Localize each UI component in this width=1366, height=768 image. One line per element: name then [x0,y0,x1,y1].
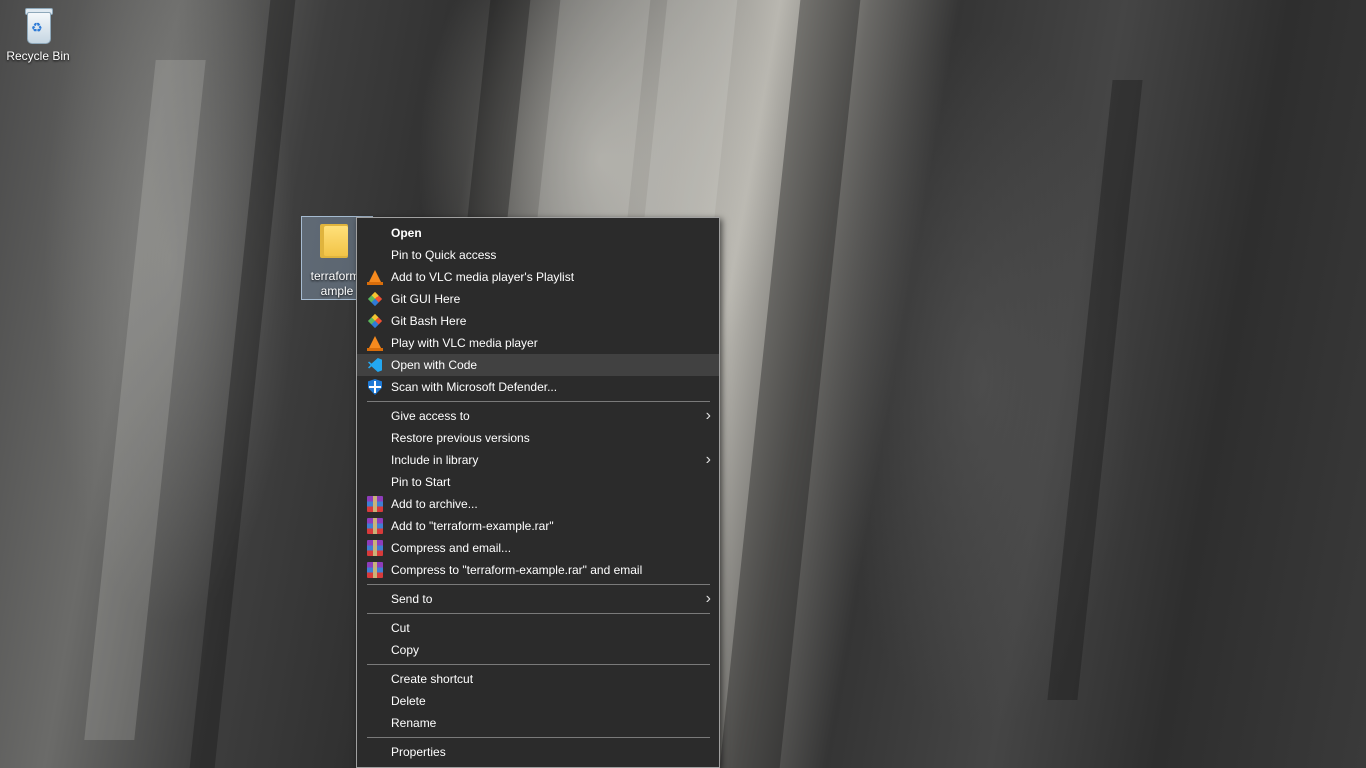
menu-item-label: Rename [391,716,437,730]
menu-item-properties[interactable]: Properties [357,741,719,763]
chevron-right-icon: › [705,451,711,468]
menu-item-label: Include in library [391,453,479,467]
menu-separator [367,613,710,614]
menu-item-label: Give access to [391,409,470,423]
menu-item-label: Compress and email... [391,541,512,555]
menu-item-label: Play with VLC media player [391,336,538,350]
menu-item-label: Pin to Quick access [391,248,497,262]
menu-item-label: Cut [391,621,410,635]
recycle-bin-shortcut[interactable]: ♻ Recycle Bin [2,6,74,63]
menu-item-label: Add to archive... [391,497,478,511]
menu-item-open-with-code[interactable]: Open with Code [357,354,719,376]
menu-item-label: Open [391,226,422,240]
menu-item-add-to-terraform-example-rar[interactable]: Add to "terraform-example.rar" [357,515,719,537]
winrar-icon [367,562,383,578]
menu-item-add-to-archive[interactable]: Add to archive... [357,493,719,515]
menu-item-git-gui-here[interactable]: Git GUI Here [357,288,719,310]
menu-item-label: Restore previous versions [391,431,530,445]
menu-item-copy[interactable]: Copy [357,639,719,661]
menu-item-restore-previous-versions[interactable]: Restore previous versions [357,427,719,449]
recycle-bin-icon: ♻ [23,6,53,46]
winrar-icon [367,496,383,512]
context-menu: Open Pin to Quick access Add to VLC media … [356,217,720,768]
defender-icon [367,379,383,395]
menu-separator [367,664,710,665]
git-icon [367,313,383,329]
menu-item-rename[interactable]: Rename [357,712,719,734]
menu-item-delete[interactable]: Delete [357,690,719,712]
menu-item-include-in-library[interactable]: Include in library › [357,449,719,471]
menu-item-label: Properties [391,745,446,759]
chevron-right-icon: › [705,407,711,424]
winrar-icon [367,518,383,534]
winrar-icon [367,540,383,556]
menu-separator [367,401,710,402]
menu-item-scan-with-microsoft-defender[interactable]: Scan with Microsoft Defender... [357,376,719,398]
menu-item-compress-to-terraform-example-rar-and-email[interactable]: Compress to "terraform-example.rar" and … [357,559,719,581]
vscode-icon [367,357,383,373]
menu-item-label: Add to "terraform-example.rar" [391,519,554,533]
menu-item-play-with-vlc-media-player[interactable]: Play with VLC media player [357,332,719,354]
menu-separator [367,737,710,738]
menu-item-git-bash-here[interactable]: Git Bash Here [357,310,719,332]
menu-item-give-access-to[interactable]: Give access to › [357,405,719,427]
menu-separator [367,584,710,585]
menu-item-label: Git Bash Here [391,314,467,328]
menu-item-label: Delete [391,694,426,708]
git-icon [367,291,383,307]
folder-icon [320,222,350,258]
menu-item-label: Create shortcut [391,672,474,686]
menu-item-label: Send to [391,592,433,606]
chevron-right-icon: › [705,590,711,607]
menu-item-open[interactable]: Open [357,222,719,244]
menu-item-pin-to-quick-access[interactable]: Pin to Quick access [357,244,719,266]
menu-item-compress-and-email[interactable]: Compress and email... [357,537,719,559]
menu-item-label: Pin to Start [391,475,451,489]
menu-item-label: Git GUI Here [391,292,461,306]
menu-item-label: Add to VLC media player's Playlist [391,270,575,284]
menu-item-pin-to-start[interactable]: Pin to Start [357,471,719,493]
vlc-icon [367,269,383,285]
menu-item-label: Open with Code [391,358,478,372]
menu-item-cut[interactable]: Cut [357,617,719,639]
menu-item-create-shortcut[interactable]: Create shortcut [357,668,719,690]
menu-item-label: Compress to "terraform-example.rar" and … [391,563,643,577]
vlc-icon [367,335,383,351]
menu-item-send-to[interactable]: Send to › [357,588,719,610]
menu-item-label: Scan with Microsoft Defender... [391,380,558,394]
menu-item-label: Copy [391,643,420,657]
recycle-bin-label: Recycle Bin [6,49,70,63]
menu-item-add-to-vlc-media-player-s-playlist[interactable]: Add to VLC media player's Playlist [357,266,719,288]
